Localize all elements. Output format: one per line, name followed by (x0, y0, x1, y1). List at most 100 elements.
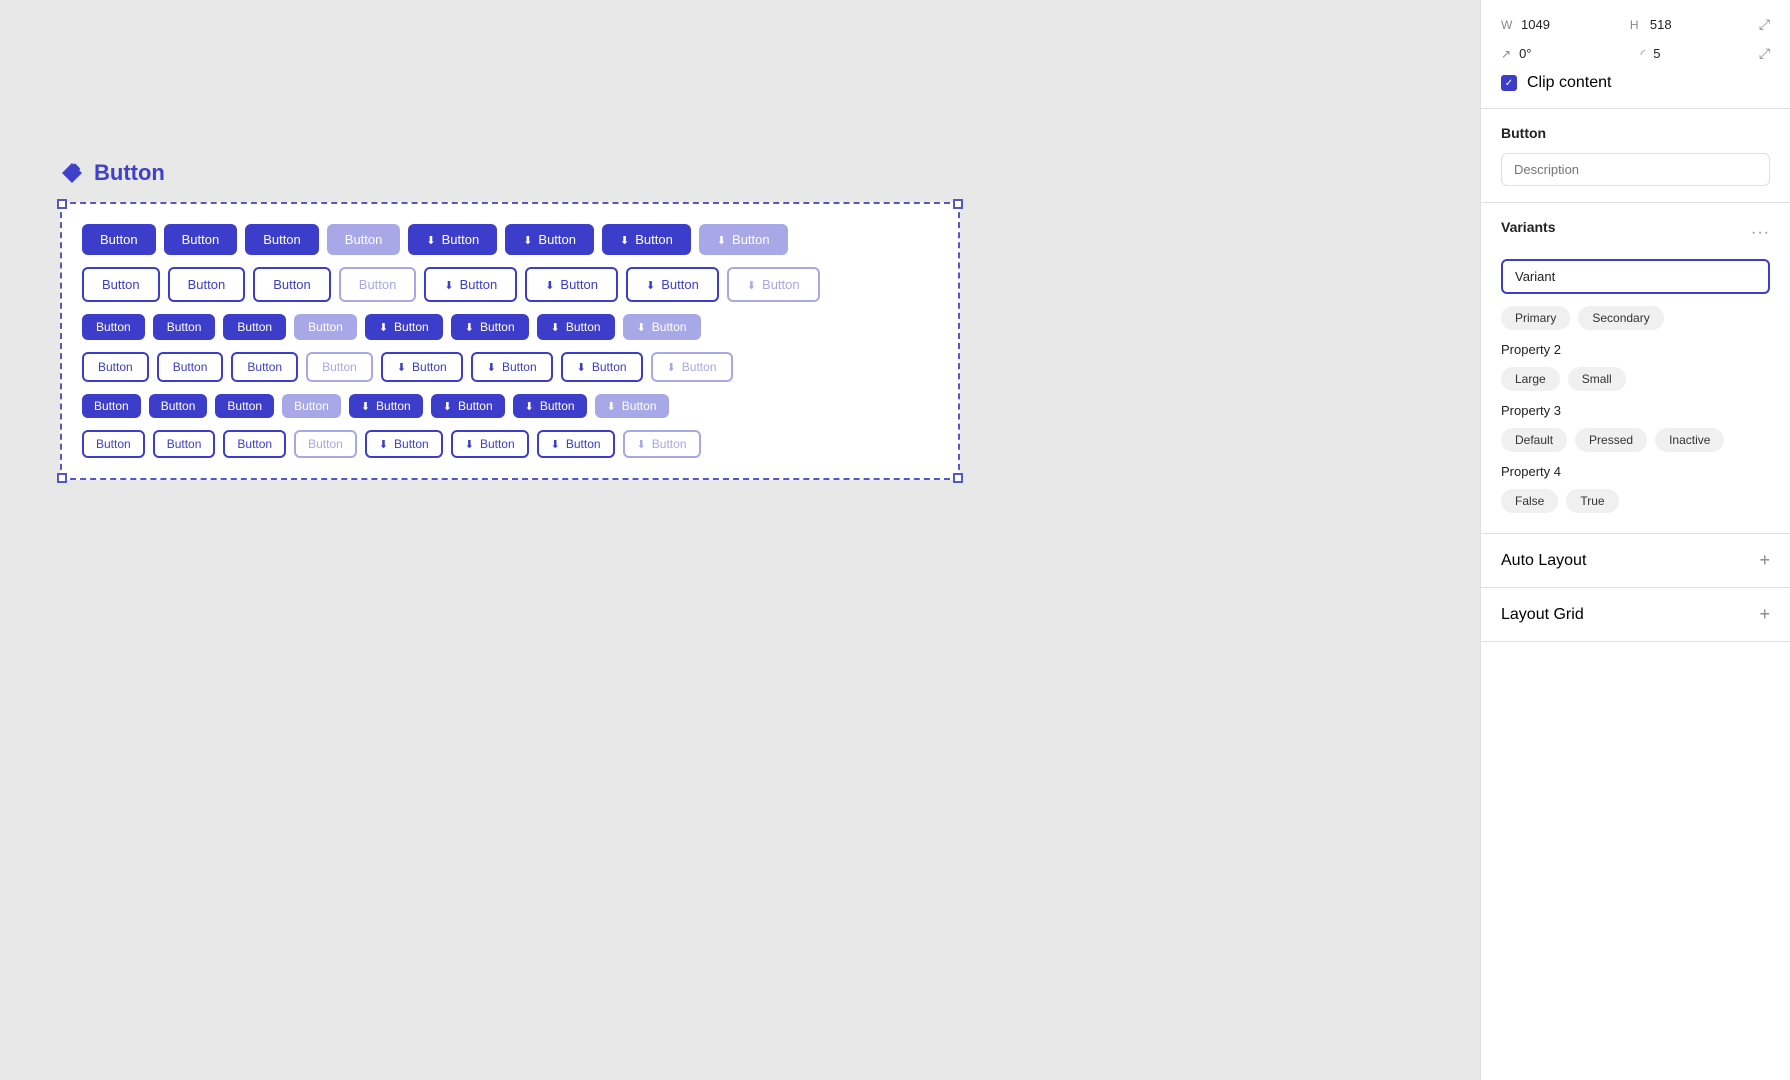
btn-primary-filled-inactive[interactable]: Button (327, 224, 401, 255)
btn-small-outline-2[interactable]: Button (153, 430, 216, 458)
tag-large[interactable]: Large (1501, 367, 1560, 391)
btn-med-outline-2[interactable]: Button (157, 352, 224, 382)
btn-primary-filled-icon1[interactable]: Button (408, 224, 497, 255)
tag-primary[interactable]: Primary (1501, 306, 1570, 330)
property4-options: False True (1501, 489, 1770, 513)
property2-label: Property 2 (1501, 342, 1770, 357)
btn-small-outline-icon2[interactable]: Button (451, 430, 529, 458)
angle-icon: ↗ (1501, 47, 1511, 61)
handle-tl[interactable] (57, 199, 67, 209)
btn-med-outline-icon2[interactable]: Button (471, 352, 553, 382)
w-value[interactable]: 1049 (1521, 17, 1622, 32)
btn-med-outline-3[interactable]: Button (231, 352, 298, 382)
more-icon[interactable]: ··· (1751, 224, 1770, 242)
download-icon (551, 320, 560, 334)
btn-med-filled-inactive[interactable]: Button (294, 314, 357, 340)
auto-layout-row[interactable]: Auto Layout + (1481, 534, 1790, 588)
btn-outline-icon1[interactable]: Button (424, 267, 517, 302)
btn-primary-filled-default3[interactable]: Button (245, 224, 319, 255)
clip-checkbox[interactable]: ✓ (1501, 75, 1517, 91)
btn-small-filled-icon-inactive[interactable]: Button (595, 394, 669, 418)
btn-primary-filled-default2[interactable]: Button (164, 224, 238, 255)
btn-outline-default1[interactable]: Button (82, 267, 160, 302)
btn-med-filled-icon-inactive[interactable]: Button (623, 314, 701, 340)
download-icon (545, 277, 554, 292)
download-icon (465, 320, 474, 334)
btn-med-filled-icon1[interactable]: Button (365, 314, 443, 340)
tag-inactive[interactable]: Inactive (1655, 428, 1724, 452)
auto-layout-label: Auto Layout (1501, 552, 1586, 570)
btn-primary-filled-icon-inactive[interactable]: Button (699, 224, 788, 255)
download-icon (361, 399, 370, 413)
corner-icon: ◜ (1641, 47, 1646, 61)
btn-outline-default3[interactable]: Button (253, 267, 331, 302)
layout-grid-add-icon[interactable]: + (1759, 604, 1770, 625)
btn-small-filled-1[interactable]: Button (82, 394, 141, 418)
property3-label: Property 3 (1501, 403, 1770, 418)
variants-title: Variants (1501, 219, 1555, 235)
btn-outline-inactive[interactable]: Button (339, 267, 417, 302)
btn-small-filled-icon3[interactable]: Button (513, 394, 587, 418)
btn-med-outline-1[interactable]: Button (82, 352, 149, 382)
btn-med-filled-2[interactable]: Button (153, 314, 216, 340)
angle-row: ↗ 0° ◜ 5 ⤢ (1501, 45, 1770, 62)
download-icon (525, 399, 534, 413)
btn-outline-icon2[interactable]: Button (525, 267, 618, 302)
handle-br[interactable] (953, 473, 963, 483)
download-icon (747, 277, 756, 292)
btn-outline-icon-inactive[interactable]: Button (727, 267, 820, 302)
dimensions-section: W 1049 H 518 ⤢ ↗ 0° ◜ 5 ⤢ ✓ Clip content (1481, 0, 1790, 109)
right-panel: W 1049 H 518 ⤢ ↗ 0° ◜ 5 ⤢ ✓ Clip content… (1480, 0, 1790, 1080)
btn-primary-filled-default[interactable]: Button (82, 224, 156, 255)
tag-true[interactable]: True (1566, 489, 1618, 513)
button-frame: Button Button Button Button Button Butto… (60, 202, 960, 480)
btn-outline-default2[interactable]: Button (168, 267, 246, 302)
btn-small-filled-2[interactable]: Button (149, 394, 208, 418)
btn-med-outline-icon3[interactable]: Button (561, 352, 643, 382)
variant-input[interactable] (1501, 259, 1770, 294)
btn-small-outline-icon3[interactable]: Button (537, 430, 615, 458)
handle-bl[interactable] (57, 473, 67, 483)
tag-default[interactable]: Default (1501, 428, 1567, 452)
width-row: W 1049 H 518 ⤢ (1501, 16, 1770, 33)
btn-small-filled-icon2[interactable]: Button (431, 394, 505, 418)
btn-small-filled-3[interactable]: Button (215, 394, 274, 418)
tag-secondary[interactable]: Secondary (1578, 306, 1663, 330)
download-icon (637, 437, 646, 451)
btn-small-outline-inactive[interactable]: Button (294, 430, 357, 458)
h-value[interactable]: 518 (1650, 17, 1751, 32)
tag-false[interactable]: False (1501, 489, 1558, 513)
description-input[interactable] (1501, 153, 1770, 186)
download-icon (379, 437, 388, 451)
h-label: H (1630, 18, 1642, 32)
btn-med-outline-icon1[interactable]: Button (381, 352, 463, 382)
property2-options: Large Small (1501, 367, 1770, 391)
variants-header: Variants ··· (1501, 219, 1770, 247)
handle-tr[interactable] (953, 199, 963, 209)
btn-med-filled-icon2[interactable]: Button (451, 314, 529, 340)
button-row: Button Button Button Button Button Butto… (82, 394, 938, 418)
tag-small[interactable]: Small (1568, 367, 1626, 391)
btn-med-filled-3[interactable]: Button (223, 314, 286, 340)
btn-small-outline-icon1[interactable]: Button (365, 430, 443, 458)
btn-med-outline-icon-inactive[interactable]: Button (651, 352, 733, 382)
btn-primary-filled-icon3[interactable]: Button (602, 224, 691, 255)
layout-grid-row[interactable]: Layout Grid + (1481, 588, 1790, 642)
button-row: Button Button Button Button Button Butto… (82, 267, 938, 302)
btn-outline-icon3[interactable]: Button (626, 267, 719, 302)
btn-small-filled-inactive[interactable]: Button (282, 394, 341, 418)
btn-small-outline-icon-inactive[interactable]: Button (623, 430, 701, 458)
button-grid: Button Button Button Button Button Butto… (82, 224, 938, 458)
btn-primary-filled-icon2[interactable]: Button (505, 224, 594, 255)
btn-small-filled-icon1[interactable]: Button (349, 394, 423, 418)
angle-value[interactable]: 0° (1519, 46, 1617, 61)
btn-med-filled-icon3[interactable]: Button (537, 314, 615, 340)
corner-value[interactable]: 5 (1653, 46, 1751, 61)
component-name: Button (94, 160, 165, 186)
btn-med-filled-1[interactable]: Button (82, 314, 145, 340)
btn-small-outline-1[interactable]: Button (82, 430, 145, 458)
auto-layout-add-icon[interactable]: + (1759, 550, 1770, 571)
tag-pressed[interactable]: Pressed (1575, 428, 1647, 452)
btn-med-outline-inactive[interactable]: Button (306, 352, 373, 382)
btn-small-outline-3[interactable]: Button (223, 430, 286, 458)
